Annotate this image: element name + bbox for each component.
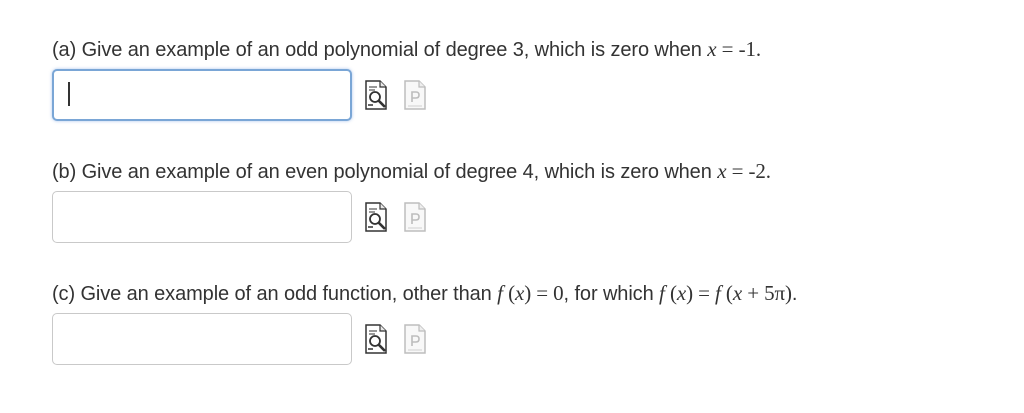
equation-palette-icon[interactable] [404, 202, 426, 232]
math-paren: ( [664, 281, 677, 305]
problem-c-suffix: . [791, 283, 798, 305]
problem-c-text: (c) Give an example of an odd function, … [52, 283, 498, 305]
math-variable: x [707, 37, 717, 61]
answer-input-b[interactable] [52, 191, 352, 243]
problem-c-math-2: f (x) = f (x + 5π) [659, 281, 792, 305]
problem-a-text: (a) Give an example of an odd polynomial… [52, 39, 708, 61]
math-expression: ) = 0 [524, 281, 564, 305]
math-paren: ( [502, 281, 515, 305]
answer-row-c [52, 311, 1012, 371]
problem-c-middle: , for which [563, 283, 660, 305]
math-variable: x [732, 281, 743, 305]
equation-palette-icon[interactable] [404, 324, 426, 354]
math-expression: ) = [686, 281, 716, 305]
answer-input-a[interactable] [52, 69, 352, 121]
text-caret [68, 82, 70, 106]
problem-c: (c) Give an example of an odd function, … [52, 280, 1012, 371]
problem-b: (b) Give an example of an even polynomia… [52, 158, 1012, 249]
problem-b-math: x = -2. [717, 159, 771, 183]
answer-input-c[interactable] [52, 313, 352, 365]
preview-magnifier-icon[interactable] [365, 80, 387, 110]
math-expression: + 5π) [742, 281, 792, 305]
problem-b-question: (b) Give an example of an even polynomia… [52, 158, 1012, 185]
answer-row-b [52, 189, 1012, 249]
answer-row-a [52, 67, 1012, 127]
problem-c-math-1: f (x) = 0 [497, 281, 563, 305]
math-variable: x [514, 281, 525, 305]
math-expression: = -1. [716, 37, 762, 61]
math-expression: = -2. [726, 159, 771, 183]
problem-a-math: x = -1. [707, 37, 761, 61]
preview-magnifier-icon[interactable] [365, 324, 387, 354]
math-variable: x [676, 281, 687, 305]
equation-palette-icon[interactable] [404, 80, 426, 110]
problem-c-question: (c) Give an example of an odd function, … [52, 280, 1012, 307]
problem-a-question: (a) Give an example of an odd polynomial… [52, 36, 1012, 63]
problem-a: (a) Give an example of an odd polynomial… [52, 36, 1012, 127]
preview-magnifier-icon[interactable] [365, 202, 387, 232]
math-paren: ( [720, 281, 733, 305]
problem-b-text: (b) Give an example of an even polynomia… [52, 161, 718, 183]
